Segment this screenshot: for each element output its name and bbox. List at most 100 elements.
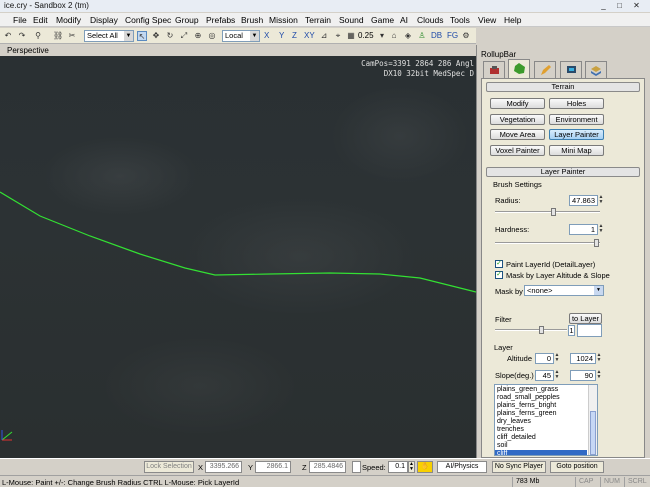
list-item[interactable]: plains_green_grass <box>497 386 558 394</box>
y-coordinate-field[interactable]: 2866.1 <box>255 461 291 473</box>
grid-dropdown-icon[interactable]: ▾ <box>377 31 387 41</box>
slider-thumb[interactable] <box>551 208 556 216</box>
menu-help[interactable]: Help <box>504 15 521 25</box>
axis-y-button[interactable]: Y <box>279 31 284 40</box>
tab-terrain[interactable] <box>508 59 530 78</box>
list-item[interactable]: road_small_pepples <box>497 394 560 402</box>
ai-character-icon[interactable]: ♙ <box>417 31 427 41</box>
terrain-snap-icon[interactable]: ⊕ <box>193 31 203 41</box>
menu-tools[interactable]: Tools <box>450 15 470 25</box>
tab-display[interactable] <box>560 61 582 78</box>
select-cursor-icon[interactable]: ↖ <box>137 31 147 41</box>
selection-set-dropdown[interactable]: Select All ▼ <box>84 30 134 42</box>
list-item[interactable]: trenches <box>497 426 524 434</box>
menu-sound[interactable]: Sound <box>339 15 364 25</box>
scrollbar-thumb[interactable] <box>590 411 596 455</box>
layer-painter-section-header[interactable]: Layer Painter <box>486 167 640 177</box>
radius-slider[interactable] <box>495 208 600 216</box>
menu-mission[interactable]: Mission <box>269 15 298 25</box>
tab-layers[interactable] <box>585 61 607 78</box>
menu-group[interactable]: Group <box>175 15 199 25</box>
goto-position-button[interactable]: Goto position <box>550 461 604 473</box>
settings-icon[interactable]: ⚙ <box>461 31 471 41</box>
rotate-icon[interactable]: ↻ <box>165 31 175 41</box>
x-coordinate-field[interactable]: 3395.266 <box>205 461 242 473</box>
layer-list[interactable]: plains_green_grass road_small_pepples pl… <box>494 384 598 456</box>
maximize-button[interactable]: □ <box>613 1 626 11</box>
axis-xy-button[interactable]: XY <box>304 31 315 40</box>
mask-altitude-checkbox[interactable]: ✓ <box>495 271 503 279</box>
layer-painter-button[interactable]: Layer Painter <box>549 129 604 140</box>
filter-layer-swatch[interactable] <box>577 324 602 337</box>
axis-z-button[interactable]: Z <box>292 31 297 40</box>
minimize-button[interactable]: _ <box>597 1 610 11</box>
hardness-input[interactable]: 1 <box>569 224 598 235</box>
altitude-min-spinner[interactable]: ▲ ▼ <box>554 353 560 364</box>
list-item[interactable]: plains_ferns_bright <box>497 402 556 410</box>
coord-system-dropdown[interactable]: Local ▼ <box>222 30 260 42</box>
mini-map-button[interactable]: Mini Map <box>549 145 604 156</box>
db-button[interactable]: DB <box>431 31 442 40</box>
scale-icon[interactable]: ⤢ <box>179 31 189 41</box>
hardness-slider[interactable] <box>495 239 600 247</box>
fg-button[interactable]: FG <box>447 31 458 40</box>
snap-angle-icon[interactable]: ⊿ <box>319 31 329 41</box>
vegetation-button[interactable]: Vegetation <box>490 114 545 125</box>
slope-max-input[interactable]: 90 <box>570 370 596 381</box>
viewport-label[interactable]: Perspective <box>7 46 49 55</box>
altitude-min-input[interactable]: 0 <box>535 353 554 364</box>
speed-toggle-checkbox[interactable] <box>352 461 361 473</box>
lock-selection-button[interactable]: Lock Selection <box>144 461 194 473</box>
modify-button[interactable]: Modify <box>490 98 545 109</box>
link-icon[interactable]: ⚲ <box>33 31 43 41</box>
environment-button[interactable]: Environment <box>549 114 604 125</box>
list-item[interactable]: plains_ferns_green <box>497 410 557 418</box>
slope-min-spinner[interactable]: ▲ ▼ <box>554 370 560 381</box>
slider-thumb[interactable] <box>594 239 599 247</box>
grid-size-value[interactable]: 0.25 <box>358 31 374 40</box>
redo-icon[interactable]: ↷ <box>17 31 27 41</box>
z-coordinate-field[interactable]: 285.4846 <box>309 461 346 473</box>
slope-min-input[interactable]: 45 <box>535 370 554 381</box>
menu-file[interactable]: File <box>13 15 27 25</box>
mask-by-dropdown[interactable]: <none> ▼ <box>524 285 604 296</box>
move-icon[interactable]: ✥ <box>151 31 161 41</box>
radius-input[interactable]: 47.863 <box>569 195 598 206</box>
list-item[interactable]: soil <box>497 442 508 450</box>
menu-terrain[interactable]: Terrain <box>305 15 331 25</box>
slope-max-spinner[interactable]: ▲ ▼ <box>596 370 602 381</box>
snap-icon[interactable]: ⌖ <box>333 31 343 41</box>
move-area-button[interactable]: Move Area <box>490 129 545 140</box>
menu-display[interactable]: Display <box>90 15 118 25</box>
no-sync-player-button[interactable]: No Sync Player <box>492 461 546 473</box>
list-item[interactable]: dry_leaves <box>497 418 531 426</box>
filter-slider[interactable] <box>495 326 567 334</box>
link-object-icon[interactable]: ⛓ <box>53 31 63 41</box>
list-item[interactable]: cliff_detailed <box>497 434 536 442</box>
hardness-spinner[interactable]: ▲ ▼ <box>598 224 604 235</box>
menu-prefabs[interactable]: Prefabs <box>206 15 235 25</box>
altitude-max-input[interactable]: 1024 <box>570 353 596 364</box>
menu-edit[interactable]: Edit <box>33 15 48 25</box>
holes-button[interactable]: Holes <box>549 98 604 109</box>
camera-icon[interactable]: ◎ <box>207 31 217 41</box>
voxel-painter-button[interactable]: Voxel Painter <box>490 145 545 156</box>
menu-clouds[interactable]: Clouds <box>417 15 443 25</box>
menu-view[interactable]: View <box>478 15 496 25</box>
menu-game[interactable]: Game <box>371 15 394 25</box>
slider-thumb[interactable] <box>539 326 544 334</box>
menu-config-spec[interactable]: Config Spec <box>125 15 171 25</box>
terrain-follow-icon[interactable]: ⌂ <box>389 31 399 41</box>
menu-ai[interactable]: AI <box>400 15 408 25</box>
menu-modify[interactable]: Modify <box>56 15 81 25</box>
axis-x-button[interactable]: X <box>264 31 269 40</box>
paint-layerid-checkbox[interactable]: ✓ <box>495 260 503 268</box>
speed-spinner[interactable]: ▲ ▼ <box>408 461 415 473</box>
ai-physics-button[interactable]: AI/Physics <box>437 461 487 473</box>
list-scrollbar[interactable] <box>588 385 597 455</box>
filter-layer-value[interactable]: 1 <box>568 325 575 336</box>
grid-icon[interactable]: ▦ <box>346 31 356 41</box>
unlink-icon[interactable]: ✂ <box>67 31 77 41</box>
terrain-section-header[interactable]: Terrain <box>486 82 640 92</box>
menu-brush[interactable]: Brush <box>241 15 263 25</box>
